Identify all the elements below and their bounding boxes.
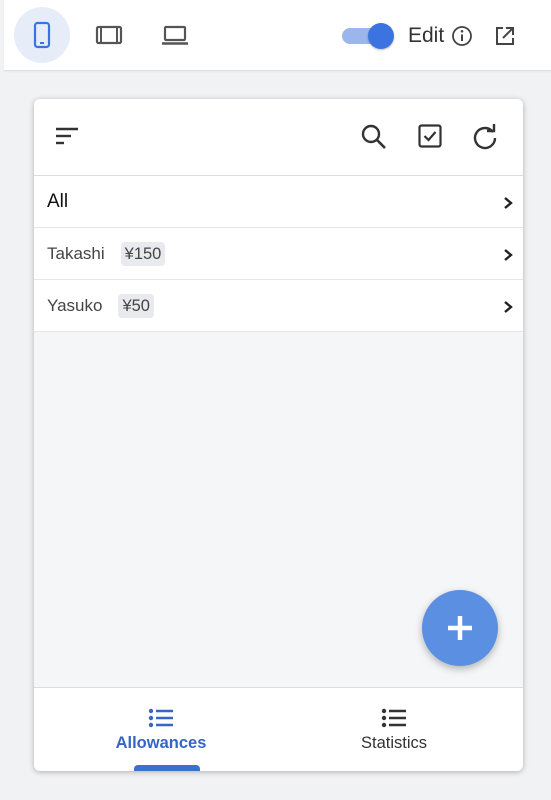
preview-toolbar: Edit: [4, 0, 551, 71]
list-item-label: All: [47, 190, 69, 212]
refresh-icon[interactable]: [471, 123, 499, 151]
phone-icon: [33, 21, 51, 49]
tab-label: Allowances: [115, 734, 207, 752]
tablet-view-button[interactable]: [81, 7, 137, 63]
tablet-icon: [95, 25, 123, 45]
amount-badge: ¥150: [120, 241, 166, 266]
list-item-label: Yasuko: [47, 295, 103, 315]
active-tab-indicator: [134, 765, 200, 771]
tab-label: Statistics: [360, 734, 428, 752]
checkbox-icon[interactable]: [417, 123, 443, 149]
laptop-icon: [162, 25, 188, 45]
allowance-list: All Takashi ¥150 Yasuko ¥50: [34, 176, 523, 332]
phone-view-button[interactable]: [14, 7, 70, 63]
bottom-navigation: Allowances Statistics: [34, 687, 523, 771]
list-item-takashi[interactable]: Takashi ¥150: [34, 228, 523, 280]
plus-icon: [448, 616, 472, 640]
toggle-knob: [368, 23, 394, 49]
add-button[interactable]: [422, 590, 498, 666]
tab-allowances[interactable]: Allowances: [39, 688, 283, 771]
laptop-view-button[interactable]: [147, 7, 203, 63]
list-icon: [381, 708, 406, 728]
app-header: [34, 99, 523, 176]
tab-statistics[interactable]: Statistics: [272, 688, 516, 771]
chevron-right-icon: [504, 197, 513, 209]
amount-badge: ¥50: [118, 293, 154, 318]
edit-label: Edit: [408, 24, 445, 47]
edit-toggle[interactable]: [342, 23, 396, 49]
phone-preview: All Takashi ¥150 Yasuko ¥50 Allowances S…: [34, 99, 523, 771]
list-item-all[interactable]: All: [34, 176, 523, 228]
chevron-right-icon: [504, 301, 513, 313]
info-icon[interactable]: [451, 25, 473, 47]
sort-icon[interactable]: [54, 126, 80, 146]
list-icon: [148, 708, 173, 728]
list-item-yasuko[interactable]: Yasuko ¥50: [34, 280, 523, 332]
list-item-label: Takashi: [47, 243, 105, 263]
open-external-icon[interactable]: [494, 25, 516, 47]
chevron-right-icon: [504, 249, 513, 261]
search-icon[interactable]: [360, 123, 388, 151]
